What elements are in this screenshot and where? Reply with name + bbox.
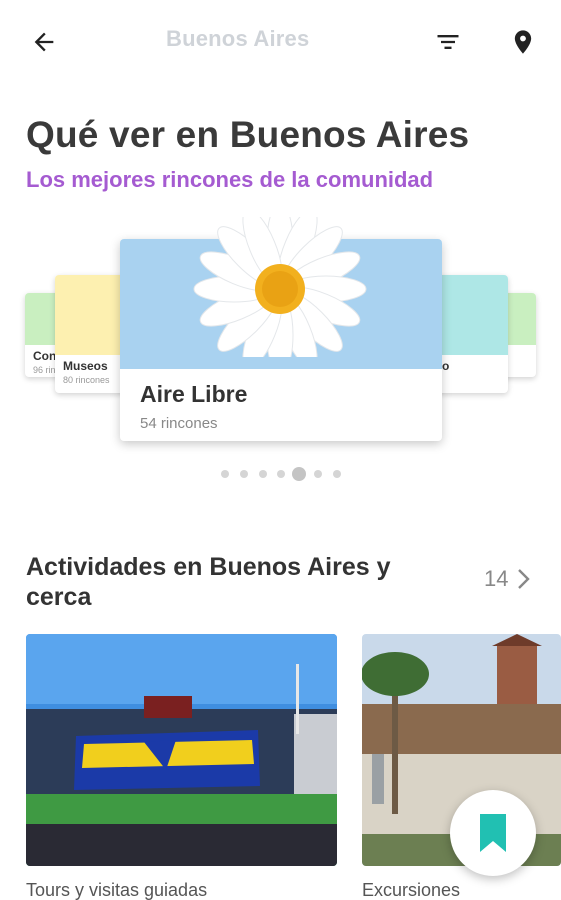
category-title: Aire Libre — [140, 381, 248, 407]
pager-dot[interactable] — [221, 470, 229, 478]
category-card-selected[interactable]: Aire Libre 54 rincones — [120, 217, 442, 441]
activities-see-all[interactable]: 14 — [484, 566, 532, 592]
pager-dot-active[interactable] — [292, 467, 306, 481]
arrow-left-icon — [34, 32, 54, 52]
activity-label: Tours y visitas guiadas — [26, 880, 208, 900]
bookmark-button[interactable] — [450, 790, 536, 876]
top-app-bar: Buenos Aires — [0, 0, 561, 82]
activities-count: 14 — [484, 566, 509, 591]
pager-dot[interactable] — [333, 470, 341, 478]
daisy-illustration — [193, 217, 367, 357]
pager-dot[interactable] — [314, 470, 322, 478]
pager-dot[interactable] — [240, 470, 248, 478]
carousel-pager — [0, 465, 561, 485]
category-carousel[interactable]: Con 96 rin Museos 80 rincones Aire Libre… — [0, 215, 561, 455]
bookmark-icon — [480, 814, 506, 852]
back-button[interactable] — [24, 22, 64, 62]
category-count: 54 rincones — [140, 415, 218, 432]
daisy-image — [120, 217, 442, 369]
toolbar-title: Buenos Aires — [166, 26, 310, 51]
page-subtitle: Los mejores rincones de la comunidad — [26, 167, 434, 192]
activity-label: Excursiones — [362, 880, 461, 900]
map-button[interactable] — [503, 22, 543, 62]
filter-icon — [437, 35, 459, 49]
chevron-right-icon — [518, 569, 531, 589]
pager-dot[interactable] — [277, 470, 285, 478]
page-title: Qué ver en Buenos Aires — [26, 114, 470, 155]
activity-card[interactable] — [26, 634, 337, 866]
stadium-photo — [26, 634, 337, 866]
pager-dot[interactable] — [259, 470, 267, 478]
filter-button[interactable] — [428, 22, 468, 62]
map-pin-icon — [514, 30, 532, 54]
activities-section-title: Actividades en Buenos Aires y cerca — [26, 553, 391, 611]
